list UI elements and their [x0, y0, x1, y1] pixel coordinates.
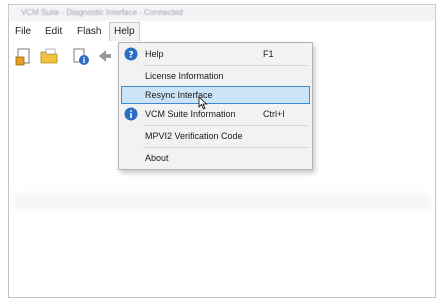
menu-help[interactable]: Help	[109, 22, 140, 41]
menu-item-vcm-shortcut: Ctrl+I	[263, 109, 285, 119]
svg-text:?: ?	[128, 51, 133, 61]
question-circle-icon: ?	[124, 47, 138, 61]
open-file-icon[interactable]	[15, 45, 35, 67]
menu-item-mpvi2-label: MPVI2 Verification Code	[145, 131, 243, 141]
menu-item-vcm-label: VCM Suite Information	[145, 109, 236, 119]
menu-item-mpvi2-verification-code[interactable]: MPVI2 Verification Code	[121, 127, 310, 145]
back-arrow-icon[interactable]	[95, 45, 115, 67]
menu-item-about[interactable]: About	[121, 149, 310, 167]
menu-item-help[interactable]: ? Help F1	[121, 45, 310, 63]
help-menu-dropdown: ? Help F1 License Information Resync Int…	[118, 42, 313, 170]
menu-separator	[143, 65, 308, 66]
menu-item-vcm-suite-information[interactable]: VCM Suite Information Ctrl+I	[121, 105, 310, 123]
mouse-cursor-icon	[198, 96, 208, 110]
background-glare	[14, 190, 430, 214]
menu-item-about-label: About	[145, 153, 169, 163]
menu-item-resync-interface[interactable]: Resync Interface	[121, 86, 310, 104]
menu-item-help-label: Help	[145, 49, 164, 59]
menu-item-license-information[interactable]: License Information	[121, 67, 310, 85]
window-title: VCM Suite - Diagnostic Interface - Conne…	[9, 5, 435, 21]
menu-separator	[143, 147, 308, 148]
info-circle-icon	[124, 107, 138, 121]
menu-item-license-label: License Information	[145, 71, 224, 81]
folder-icon[interactable]	[39, 45, 59, 67]
menu-file[interactable]: File	[11, 23, 35, 41]
menu-bar: File Edit Flash Help	[9, 22, 435, 41]
menu-separator	[143, 125, 308, 126]
menu-edit[interactable]: Edit	[41, 23, 66, 41]
menu-flash[interactable]: Flash	[73, 23, 105, 41]
document-info-icon[interactable]	[71, 45, 91, 67]
menu-item-help-shortcut: F1	[263, 49, 274, 59]
